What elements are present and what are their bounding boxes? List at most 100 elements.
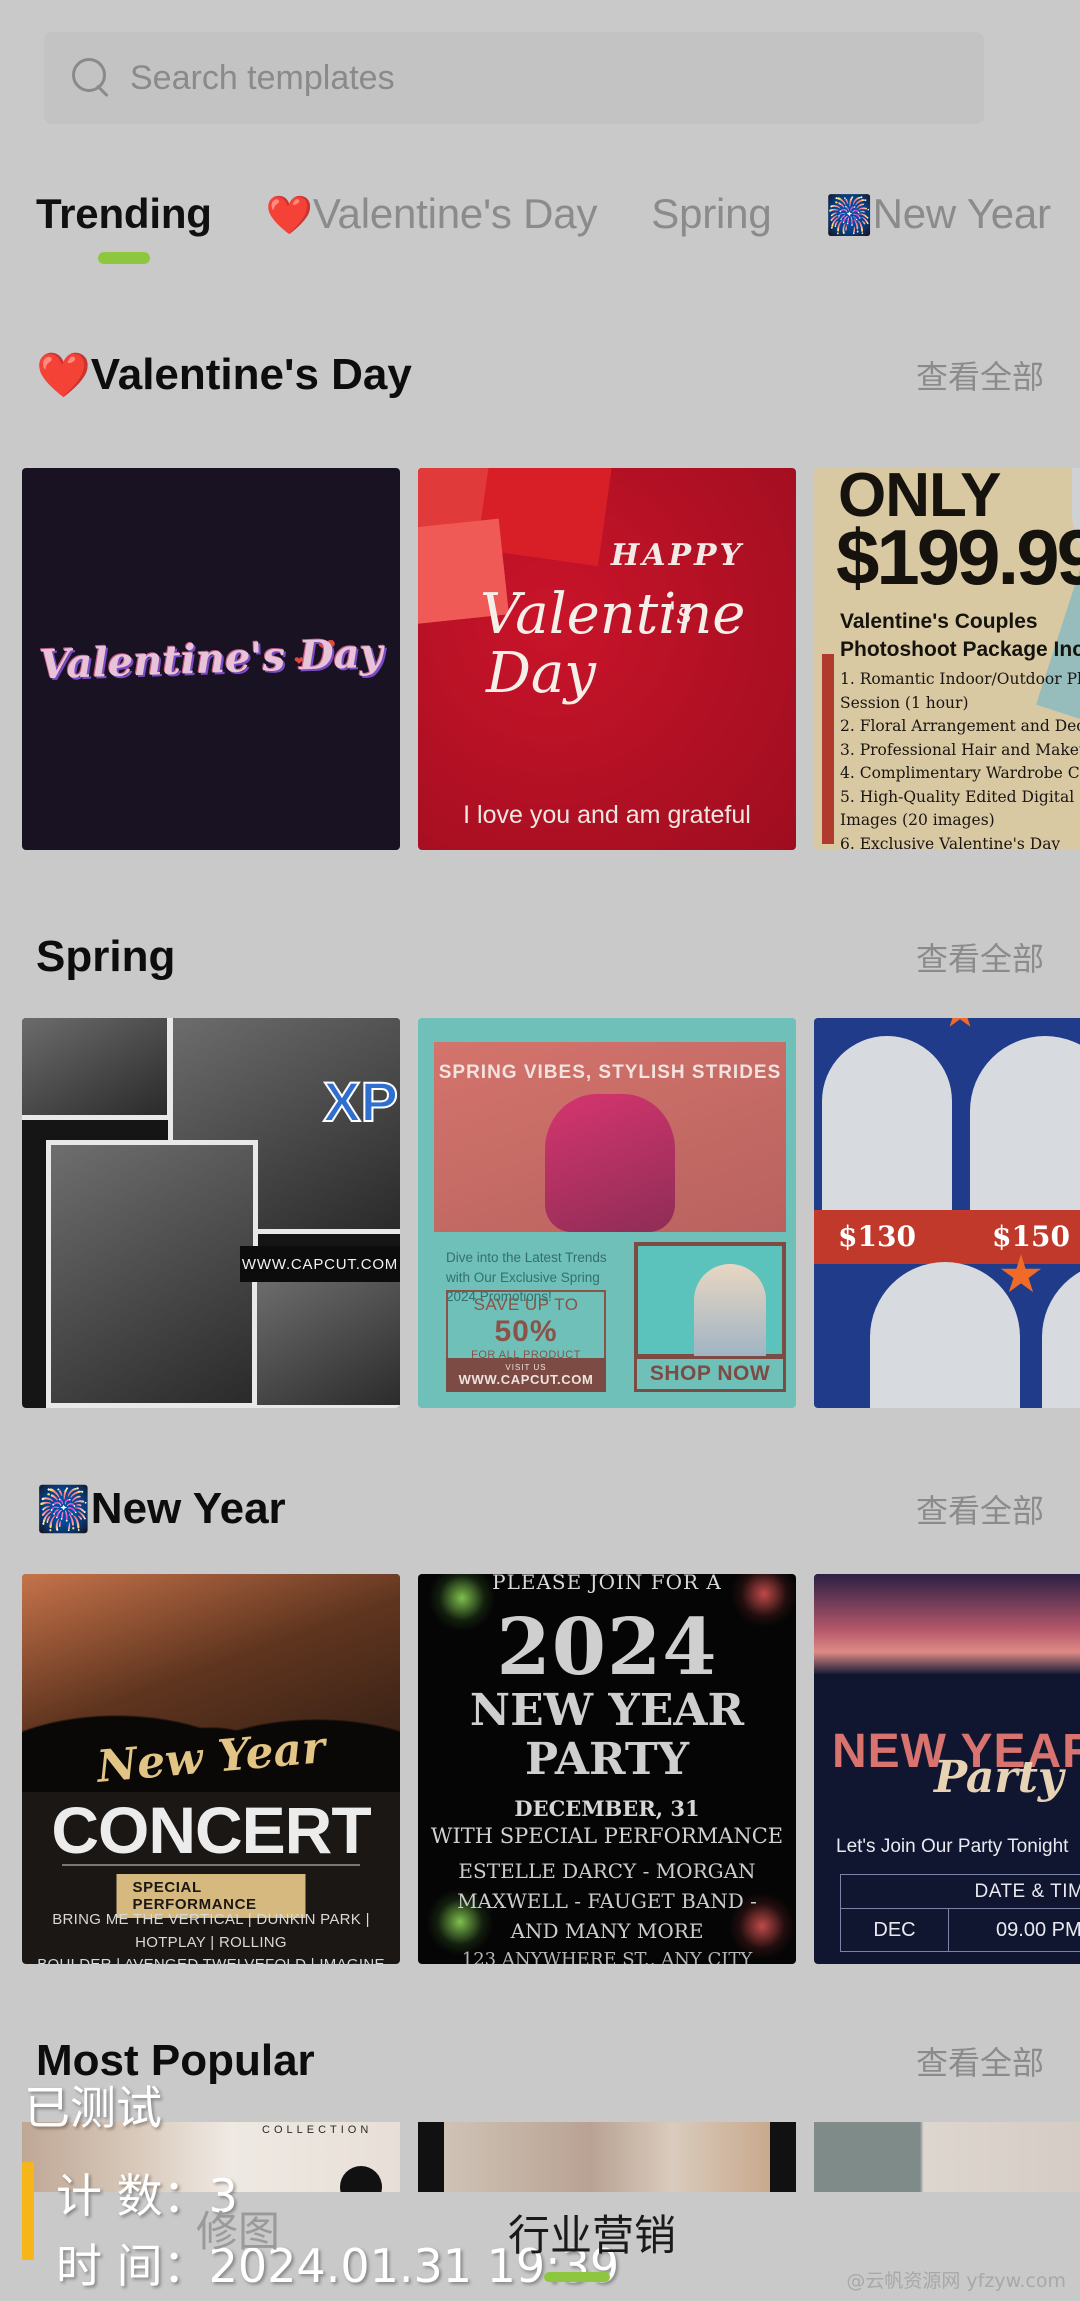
fireworks-icon: 🎆 (825, 195, 873, 237)
section-title-valentines: ❤️ Valentine's Day (36, 349, 412, 401)
view-all-valentines[interactable]: 查看全部 (916, 352, 1044, 398)
list-item: 5. High-Quality Edited Digital (840, 787, 1075, 806)
discount-value: 50% (494, 1315, 558, 1348)
watermark: @云帆资源网 yfzyw.com (846, 2270, 1066, 2292)
lineup-line3: AND MANY MORE (510, 1919, 704, 1943)
shop-now-button[interactable]: SHOP NOW (634, 1356, 786, 1392)
card-headline: Valentine Day (480, 585, 745, 704)
discount-label: SAVE UP TO (473, 1295, 579, 1314)
tab-trending-label: Trending (36, 190, 212, 237)
divider (62, 1864, 360, 1866)
lineup-line2: MAXWELL - FAUGET BAND - (457, 1889, 757, 1913)
category-tab-bar[interactable]: Trending ❤️Valentine's Day Spring 🎆New Y… (0, 186, 1080, 306)
tab-spring[interactable]: Spring (651, 186, 771, 238)
section-header-spring: Spring 查看全部 (0, 922, 1080, 992)
tab-new-year[interactable]: 🎆New Year (825, 186, 1051, 238)
heart-icon: ❤️ (36, 351, 91, 400)
arch-photo (822, 1036, 952, 1210)
decorative-shape (822, 654, 834, 844)
view-all-newyear[interactable]: 查看全部 (916, 1486, 1044, 1532)
decorative-shape (340, 2166, 382, 2192)
card-performance-note: WITH SPECIAL PERFORMANCE (430, 1824, 784, 1848)
card-row-newyear[interactable]: New Year CONCERT SPECIAL PERFORMANCE BRI… (0, 1574, 1080, 1964)
section-title-text: New Year (90, 1484, 286, 1533)
table-cell-month: DEC (841, 1909, 949, 1952)
card-title-line1: NEW YEAR (469, 1685, 745, 1736)
price-left: $130 (838, 1220, 916, 1253)
tab-new-year-label: 🎆New Year (825, 190, 1051, 237)
card-headline-line1: Valentine (480, 582, 746, 647)
search-bar[interactable] (44, 32, 984, 124)
template-card-blue-arches[interactable]: $130 $150 (814, 1018, 1080, 1408)
card-year: 2024 (496, 1602, 718, 1693)
tab-valentines-day-label: ❤️Valentine's Day (266, 190, 598, 237)
arch-photo (970, 1036, 1080, 1210)
search-input[interactable] (130, 58, 958, 98)
card-row-spring[interactable]: XP WWW.CAPCUT.COM SPRING VIBES, STYLISH … (0, 1018, 1080, 1408)
photo-tile (444, 2122, 770, 2192)
visit-url: WWW.CAPCUT.COM (458, 1372, 594, 1387)
template-card-bw-collage[interactable]: XP WWW.CAPCUT.COM (22, 1018, 400, 1408)
card-address: 123 ANYWHERE ST., ANY CITY (461, 1949, 753, 1964)
hero-image: SPRING VIBES, STYLISH STRIDES (434, 1042, 786, 1232)
card-headline: Valentine's Day (38, 629, 384, 689)
arch-photo (870, 1262, 1020, 1408)
card-caption: COLLECTION (262, 2124, 373, 2136)
overlay-industry-label[interactable]: 行业营销 (508, 2202, 676, 2263)
card-eyebrow: PLEASE JOIN FOR A (492, 1574, 722, 1594)
overlay-count-label: 计 数： (56, 2169, 209, 2223)
card-title: CONCERT (51, 1793, 371, 1867)
template-card-popular-3[interactable] (814, 2122, 1080, 2192)
lineup-line1: BRING ME THE VERTICAL | DUNKIN PARK | HO… (52, 1911, 370, 1951)
table-cell-time: 09.00 PM - 12.00 AM (996, 1919, 1080, 1941)
view-all-spring[interactable]: 查看全部 (916, 934, 1044, 980)
template-card-city-party[interactable]: NEW YEAR Party Let's Join Our Party Toni… (814, 1574, 1080, 1964)
template-card-photoshoot-offer[interactable]: ONLY $199.99 Valentine's Couples Photosh… (814, 468, 1080, 850)
list-item: 6. Exclusive Valentine's Day (840, 834, 1061, 850)
card-title-line2: PARTY (525, 1734, 689, 1786)
overlay-retouch-label[interactable]: 修图 (196, 2198, 280, 2259)
template-browser-screen: Trending ❤️Valentine's Day Spring 🎆New Y… (0, 0, 1080, 2301)
table-header: DATE & TIME (841, 1875, 1080, 1909)
overlay-industry-underline (544, 2272, 610, 2282)
tab-valentines-day-text: Valentine's Day (312, 190, 598, 237)
tab-active-underline (97, 252, 150, 264)
card-price: $199.99 (836, 513, 1080, 601)
flower-icon (942, 1018, 978, 1027)
template-card-valentines-dark[interactable]: ❤ ❤ Valentine's Day (22, 468, 400, 850)
card-tagline: Let's Join Our Party Tonight (836, 1836, 1069, 1857)
model-figure (694, 1264, 766, 1358)
visit-label: VISIT US (505, 1363, 547, 1372)
tab-trending[interactable]: Trending (36, 186, 212, 264)
lineup-line2: BOULDER | AVENGED TWELVEFOLD | IMAGINE K… (32, 1954, 390, 1964)
list-item: Images (20 images) (840, 811, 995, 830)
list-item: 2. Floral Arrangement and Decor (840, 717, 1080, 736)
template-card-popular-2[interactable] (418, 2122, 796, 2192)
card-lineup: BRING ME THE VERTICAL | DUNKIN PARK | HO… (32, 1909, 390, 1964)
card-subtitle: I love you and am grateful (463, 801, 751, 829)
section-header-newyear: 🎆 New Year 查看全部 (0, 1474, 1080, 1544)
discount-box: SAVE UP TO 50% FOR ALL PRODUCT (446, 1290, 606, 1366)
overlay-accent-bar (22, 2162, 34, 2260)
section-header-valentines: ❤️ Valentine's Day 查看全部 (0, 340, 1080, 410)
card-url: WWW.CAPCUT.COM (240, 1246, 400, 1282)
card-headline: SPRING VIBES, STYLISH STRIDES (438, 1062, 782, 1083)
card-script-title: Party (934, 1752, 1064, 1803)
section-title-text: Valentine's Day (90, 350, 412, 399)
card-row-valentines[interactable]: ❤ ❤ Valentine's Day HAPPY 's Valentine D… (0, 468, 1080, 850)
template-card-newyear-concert[interactable]: New Year CONCERT SPECIAL PERFORMANCE BRI… (22, 1574, 400, 1964)
template-card-spring-vibes[interactable]: SPRING VIBES, STYLISH STRIDES Dive into … (418, 1018, 796, 1408)
card-accent-text: XP (322, 1070, 399, 1133)
template-card-valentines-red[interactable]: HAPPY 's Valentine Day I love you and am… (418, 468, 796, 850)
heart-icon: ❤️ (265, 195, 313, 237)
template-card-2024-party[interactable]: PLEASE JOIN FOR A 2024 NEW YEAR PARTY DE… (418, 1574, 796, 1964)
tab-valentines-day[interactable]: ❤️Valentine's Day (266, 186, 598, 238)
overlay-tested-badge: 已测试 (24, 2081, 162, 2135)
list-item: 3. Professional Hair and Makeup Styling (840, 740, 1080, 759)
list-item: Session (1 hour) (840, 693, 969, 712)
section-title-newyear: 🎆 New Year (36, 1483, 286, 1535)
section-title-spring: Spring (36, 932, 176, 981)
lineup-line1: ESTELLE DARCY - MORGAN (458, 1859, 756, 1883)
view-all-mostpopular[interactable]: 查看全部 (916, 2038, 1044, 2084)
list-item: 1. Romantic Indoor/Outdoor Photoshoot (840, 670, 1080, 688)
